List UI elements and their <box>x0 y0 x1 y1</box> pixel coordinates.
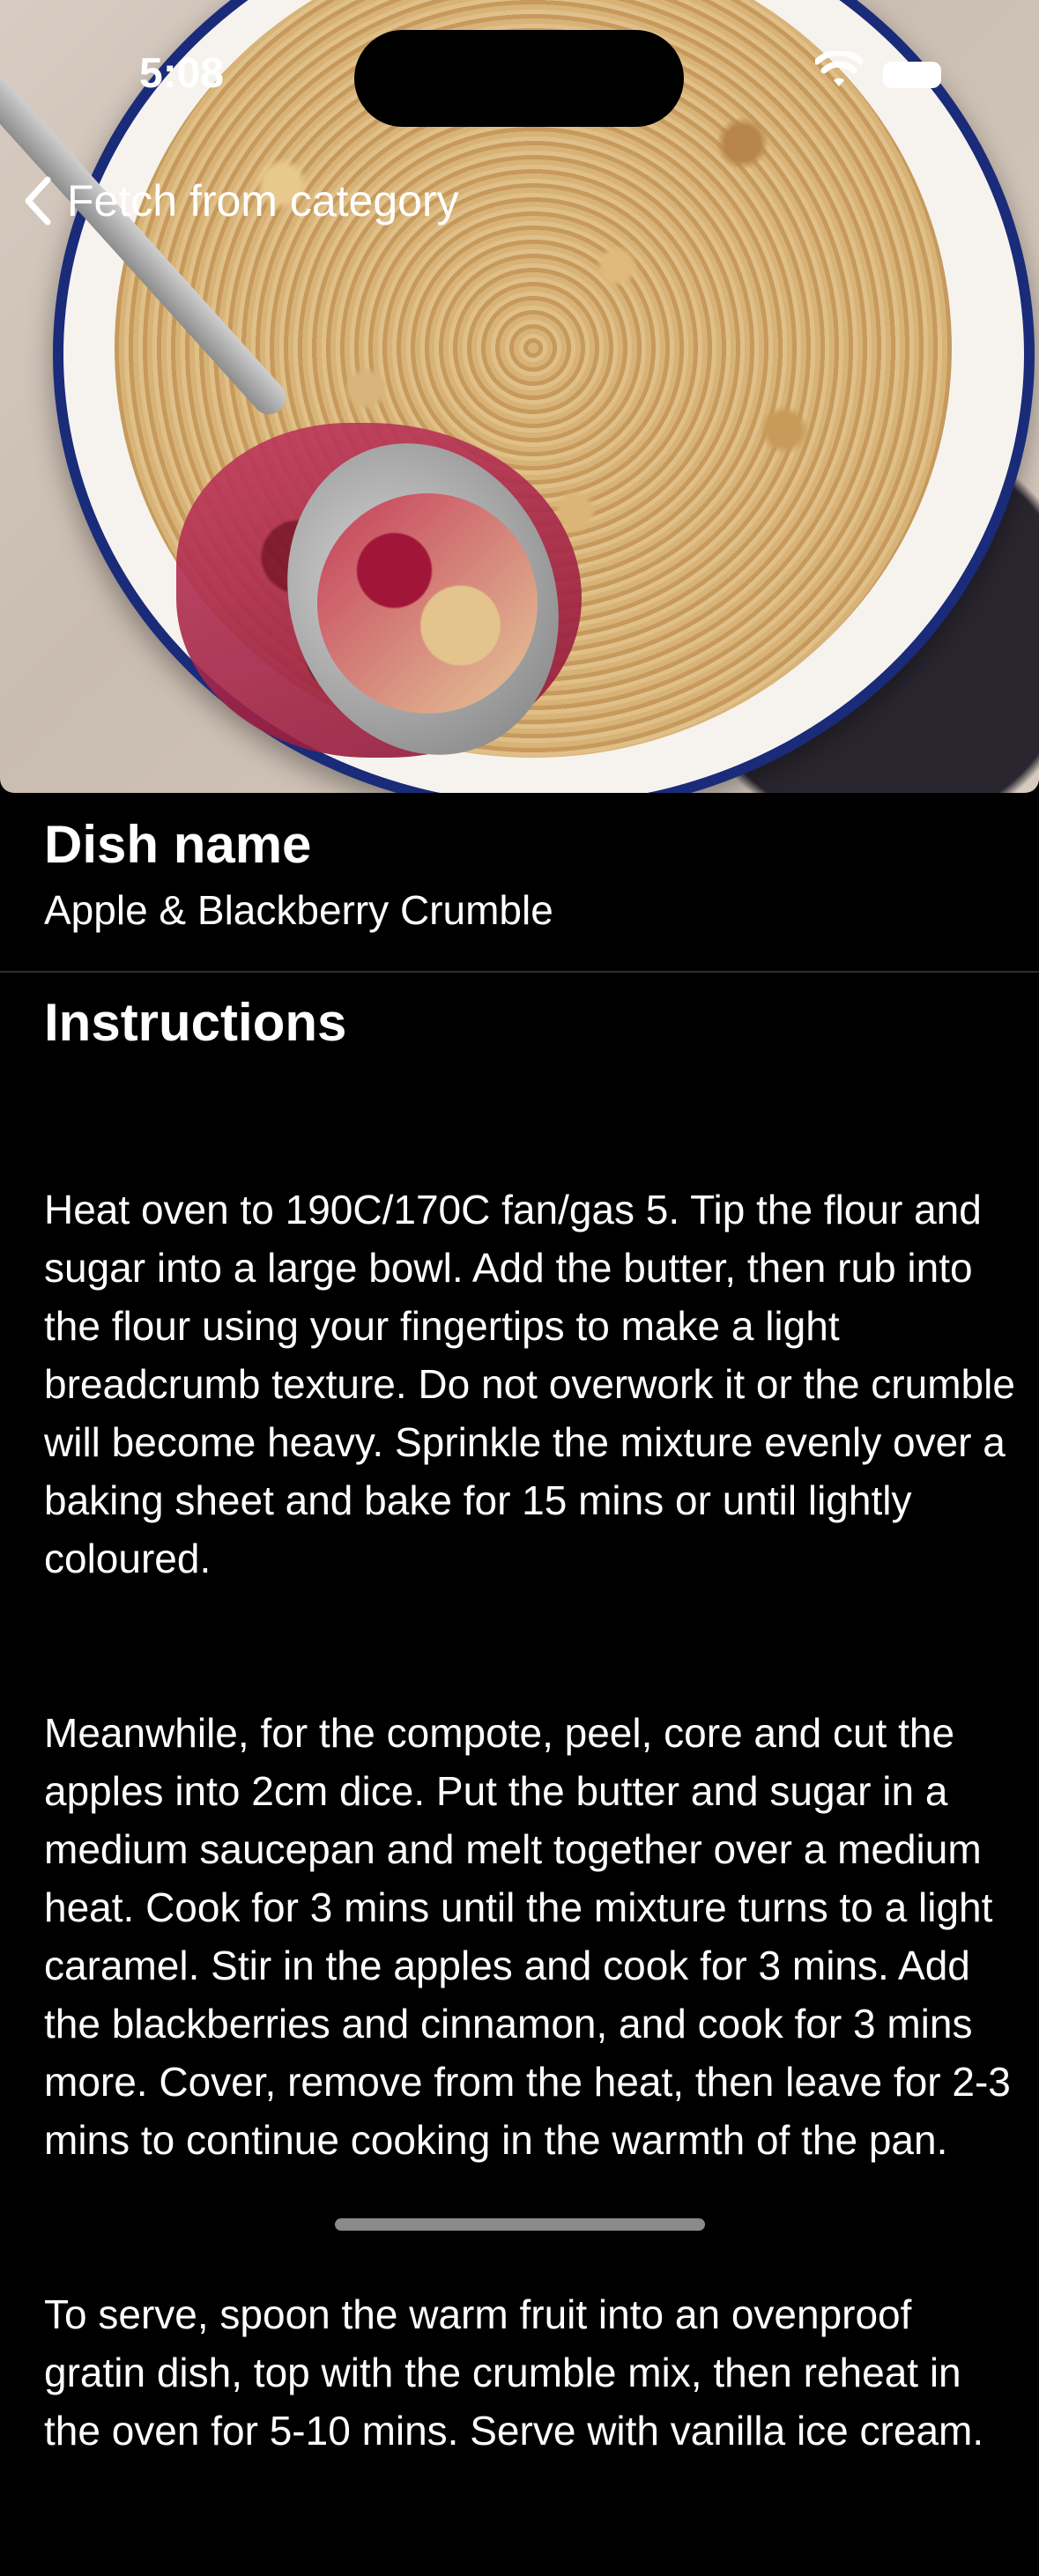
wifi-icon <box>815 51 863 86</box>
dish-name-section: Dish name Apple & Blackberry Crumble <box>44 816 1022 935</box>
dynamic-island <box>354 30 684 127</box>
instructions-heading: Instructions <box>44 993 347 1052</box>
instructions-body: Heat oven to 190C/170C fan/gas 5. Tip th… <box>44 1064 1022 2576</box>
back-button[interactable]: Fetch from category <box>19 173 459 229</box>
spoon-food <box>317 493 538 714</box>
home-indicator[interactable] <box>335 2218 705 2231</box>
instructions-paragraph-1: Heat oven to 190C/170C fan/gas 5. Tip th… <box>44 1187 1027 1581</box>
instructions-section: Instructions Heat oven to 190C/170C fan/… <box>44 994 1022 2576</box>
dish-name-value: Apple & Blackberry Crumble <box>44 887 553 933</box>
dish-name-heading: Dish name <box>44 815 312 874</box>
status-time: 5:08 <box>139 50 225 97</box>
divider <box>0 971 1039 973</box>
chevron-left-icon <box>25 176 51 226</box>
instructions-paragraph-3: To serve, spoon the warm fruit into an o… <box>44 2291 984 2454</box>
back-button-label: Fetch from category <box>67 176 459 226</box>
instructions-paragraph-2: Meanwhile, for the compote, peel, core a… <box>44 1710 1022 2163</box>
battery-icon <box>883 62 941 88</box>
